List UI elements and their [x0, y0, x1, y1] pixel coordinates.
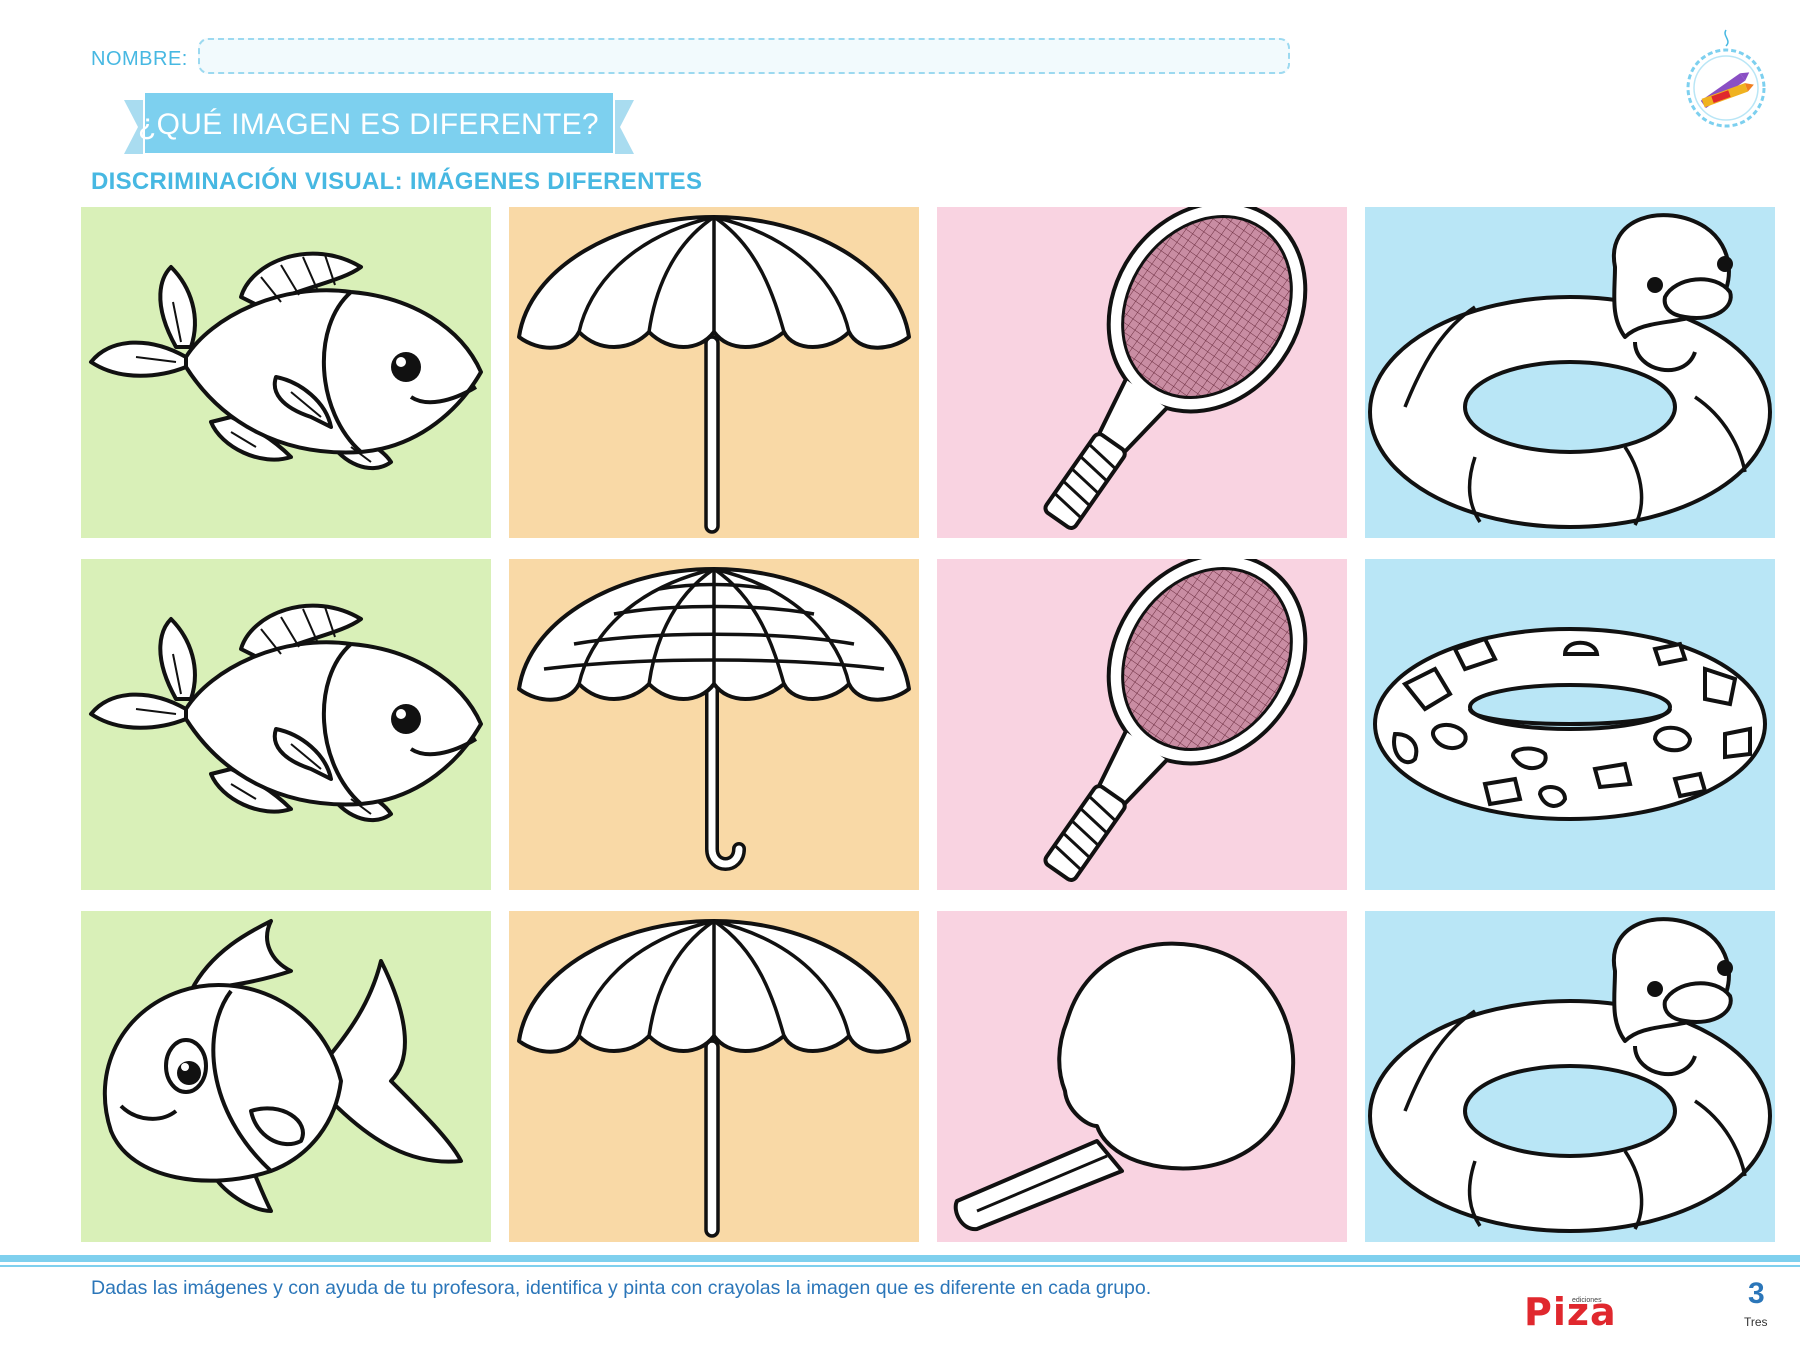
cell-umbrella-3[interactable] [509, 911, 919, 1242]
page-number: 3 [1748, 1277, 1765, 1310]
name-field[interactable] [198, 38, 1290, 74]
footer-divider-thin [0, 1265, 1800, 1267]
page-number-word: Tres [1744, 1315, 1768, 1329]
cell-racket-2[interactable] [937, 559, 1347, 890]
footer-divider [0, 1255, 1800, 1262]
cell-fish-3[interactable] [81, 911, 491, 1242]
duck-float-icon [1368, 917, 1772, 1233]
tennis-racket-icon [1043, 207, 1308, 530]
cell-racket-1[interactable] [937, 207, 1347, 538]
umbrella-icon [517, 919, 911, 1238]
spotted-float-icon [1373, 627, 1767, 821]
cell-duck-float-3[interactable] [1365, 911, 1775, 1242]
fish-icon [89, 251, 483, 470]
cell-fish-2[interactable] [81, 559, 491, 890]
fish-left-icon [102, 919, 463, 1213]
title-banner: ¿QUÉ IMAGEN ES DIFERENTE? [124, 92, 634, 162]
cell-umbrella-2[interactable] [509, 559, 919, 890]
umbrella-icon [517, 215, 911, 534]
page-subtitle: DISCRIMINACIÓN VISUAL: IMÁGENES DIFERENT… [91, 168, 703, 195]
brand-logo: Piza [1524, 1290, 1617, 1334]
crayon-icon [1676, 28, 1776, 128]
fish-icon [89, 603, 483, 822]
cell-spotted-float[interactable] [1365, 559, 1775, 890]
name-label: NOMBRE: [91, 48, 188, 70]
tennis-racket-icon [1043, 559, 1308, 882]
striped-umbrella-icon [517, 567, 911, 871]
instruction-text: Dadas las imágenes y con ayuda de tu pro… [91, 1277, 1152, 1299]
cell-pingpong-paddle[interactable] [937, 911, 1347, 1242]
page-title: ¿QUÉ IMAGEN ES DIFERENTE? [138, 108, 599, 141]
cell-umbrella-1[interactable] [509, 207, 919, 538]
pingpong-paddle-icon [953, 941, 1296, 1232]
duck-float-icon [1368, 213, 1772, 529]
cell-fish-1[interactable] [81, 207, 491, 538]
cell-duck-float-1[interactable] [1365, 207, 1775, 538]
